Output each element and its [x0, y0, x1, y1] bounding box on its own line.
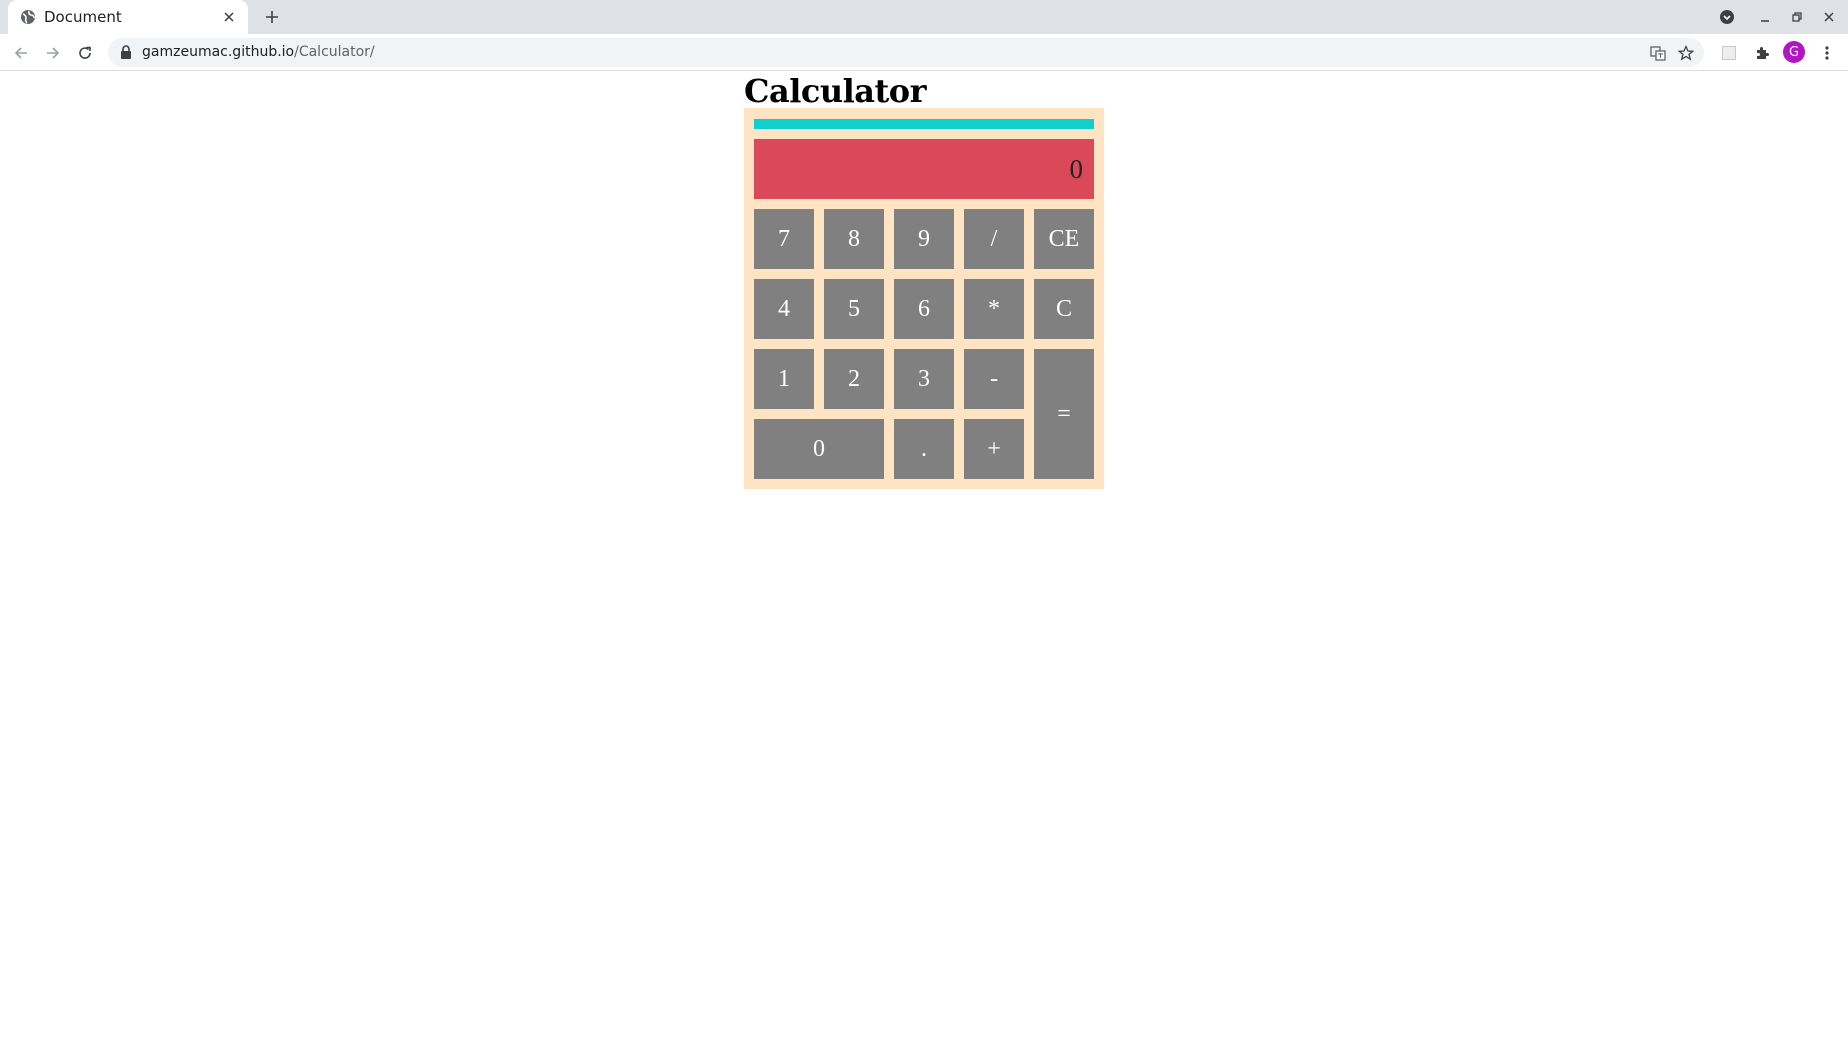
tab-search-icon[interactable]	[1715, 6, 1739, 28]
close-tab-icon[interactable]	[220, 8, 238, 26]
bookmark-star-icon[interactable]	[1674, 41, 1698, 65]
minimize-icon[interactable]	[1753, 6, 1777, 28]
globe-icon	[20, 9, 36, 25]
forward-arrow-icon[interactable]	[40, 40, 66, 66]
key-9[interactable]: 9	[894, 209, 954, 269]
key-clear[interactable]: C	[1034, 279, 1094, 339]
browser-tab[interactable]: Document	[8, 0, 248, 34]
key-8[interactable]: 8	[824, 209, 884, 269]
new-tab-icon[interactable]	[260, 6, 284, 28]
extensions-puzzle-icon[interactable]	[1749, 40, 1775, 66]
key-5[interactable]: 5	[824, 279, 884, 339]
restore-icon[interactable]	[1785, 6, 1809, 28]
key-divide[interactable]: /	[964, 209, 1024, 269]
key-3[interactable]: 3	[894, 349, 954, 409]
url-text: gamzeumac.github.io/Calculator/	[142, 44, 375, 60]
key-minus[interactable]: -	[964, 349, 1024, 409]
extension-placeholder-icon[interactable]	[1716, 40, 1742, 66]
result-display: 0	[754, 139, 1094, 199]
history-display	[754, 119, 1094, 129]
menu-kebab-icon[interactable]	[1814, 40, 1840, 66]
reload-icon[interactable]	[72, 40, 98, 66]
key-multiply[interactable]: *	[964, 279, 1024, 339]
url-path: /Calculator/	[294, 44, 375, 60]
browser-toolbar: gamzeumac.github.io/Calculator/ G	[0, 34, 1848, 71]
back-arrow-icon[interactable]	[8, 40, 34, 66]
browser-tabstrip: Document	[0, 0, 1848, 34]
key-7[interactable]: 7	[754, 209, 814, 269]
key-decimal[interactable]: .	[894, 419, 954, 479]
key-0[interactable]: 0	[754, 419, 884, 479]
key-equals[interactable]: =	[1034, 349, 1094, 479]
key-4[interactable]: 4	[754, 279, 814, 339]
address-bar[interactable]: gamzeumac.github.io/Calculator/	[108, 38, 1704, 67]
key-plus[interactable]: +	[964, 419, 1024, 479]
url-host: gamzeumac.github.io	[142, 44, 295, 60]
lock-icon	[120, 45, 134, 60]
key-6[interactable]: 6	[894, 279, 954, 339]
tab-title: Document	[44, 8, 122, 26]
page-title: Calculator	[744, 72, 926, 110]
key-clear-entry[interactable]: CE	[1034, 209, 1094, 269]
key-1[interactable]: 1	[754, 349, 814, 409]
profile-avatar[interactable]: G	[1783, 41, 1805, 63]
key-2[interactable]: 2	[824, 349, 884, 409]
calculator: 0 7 8 9 / CE 4 5 6 * C 1 2 3 - = 0 . +	[744, 108, 1104, 489]
close-window-icon[interactable]	[1817, 6, 1841, 28]
translate-icon[interactable]	[1646, 41, 1670, 65]
